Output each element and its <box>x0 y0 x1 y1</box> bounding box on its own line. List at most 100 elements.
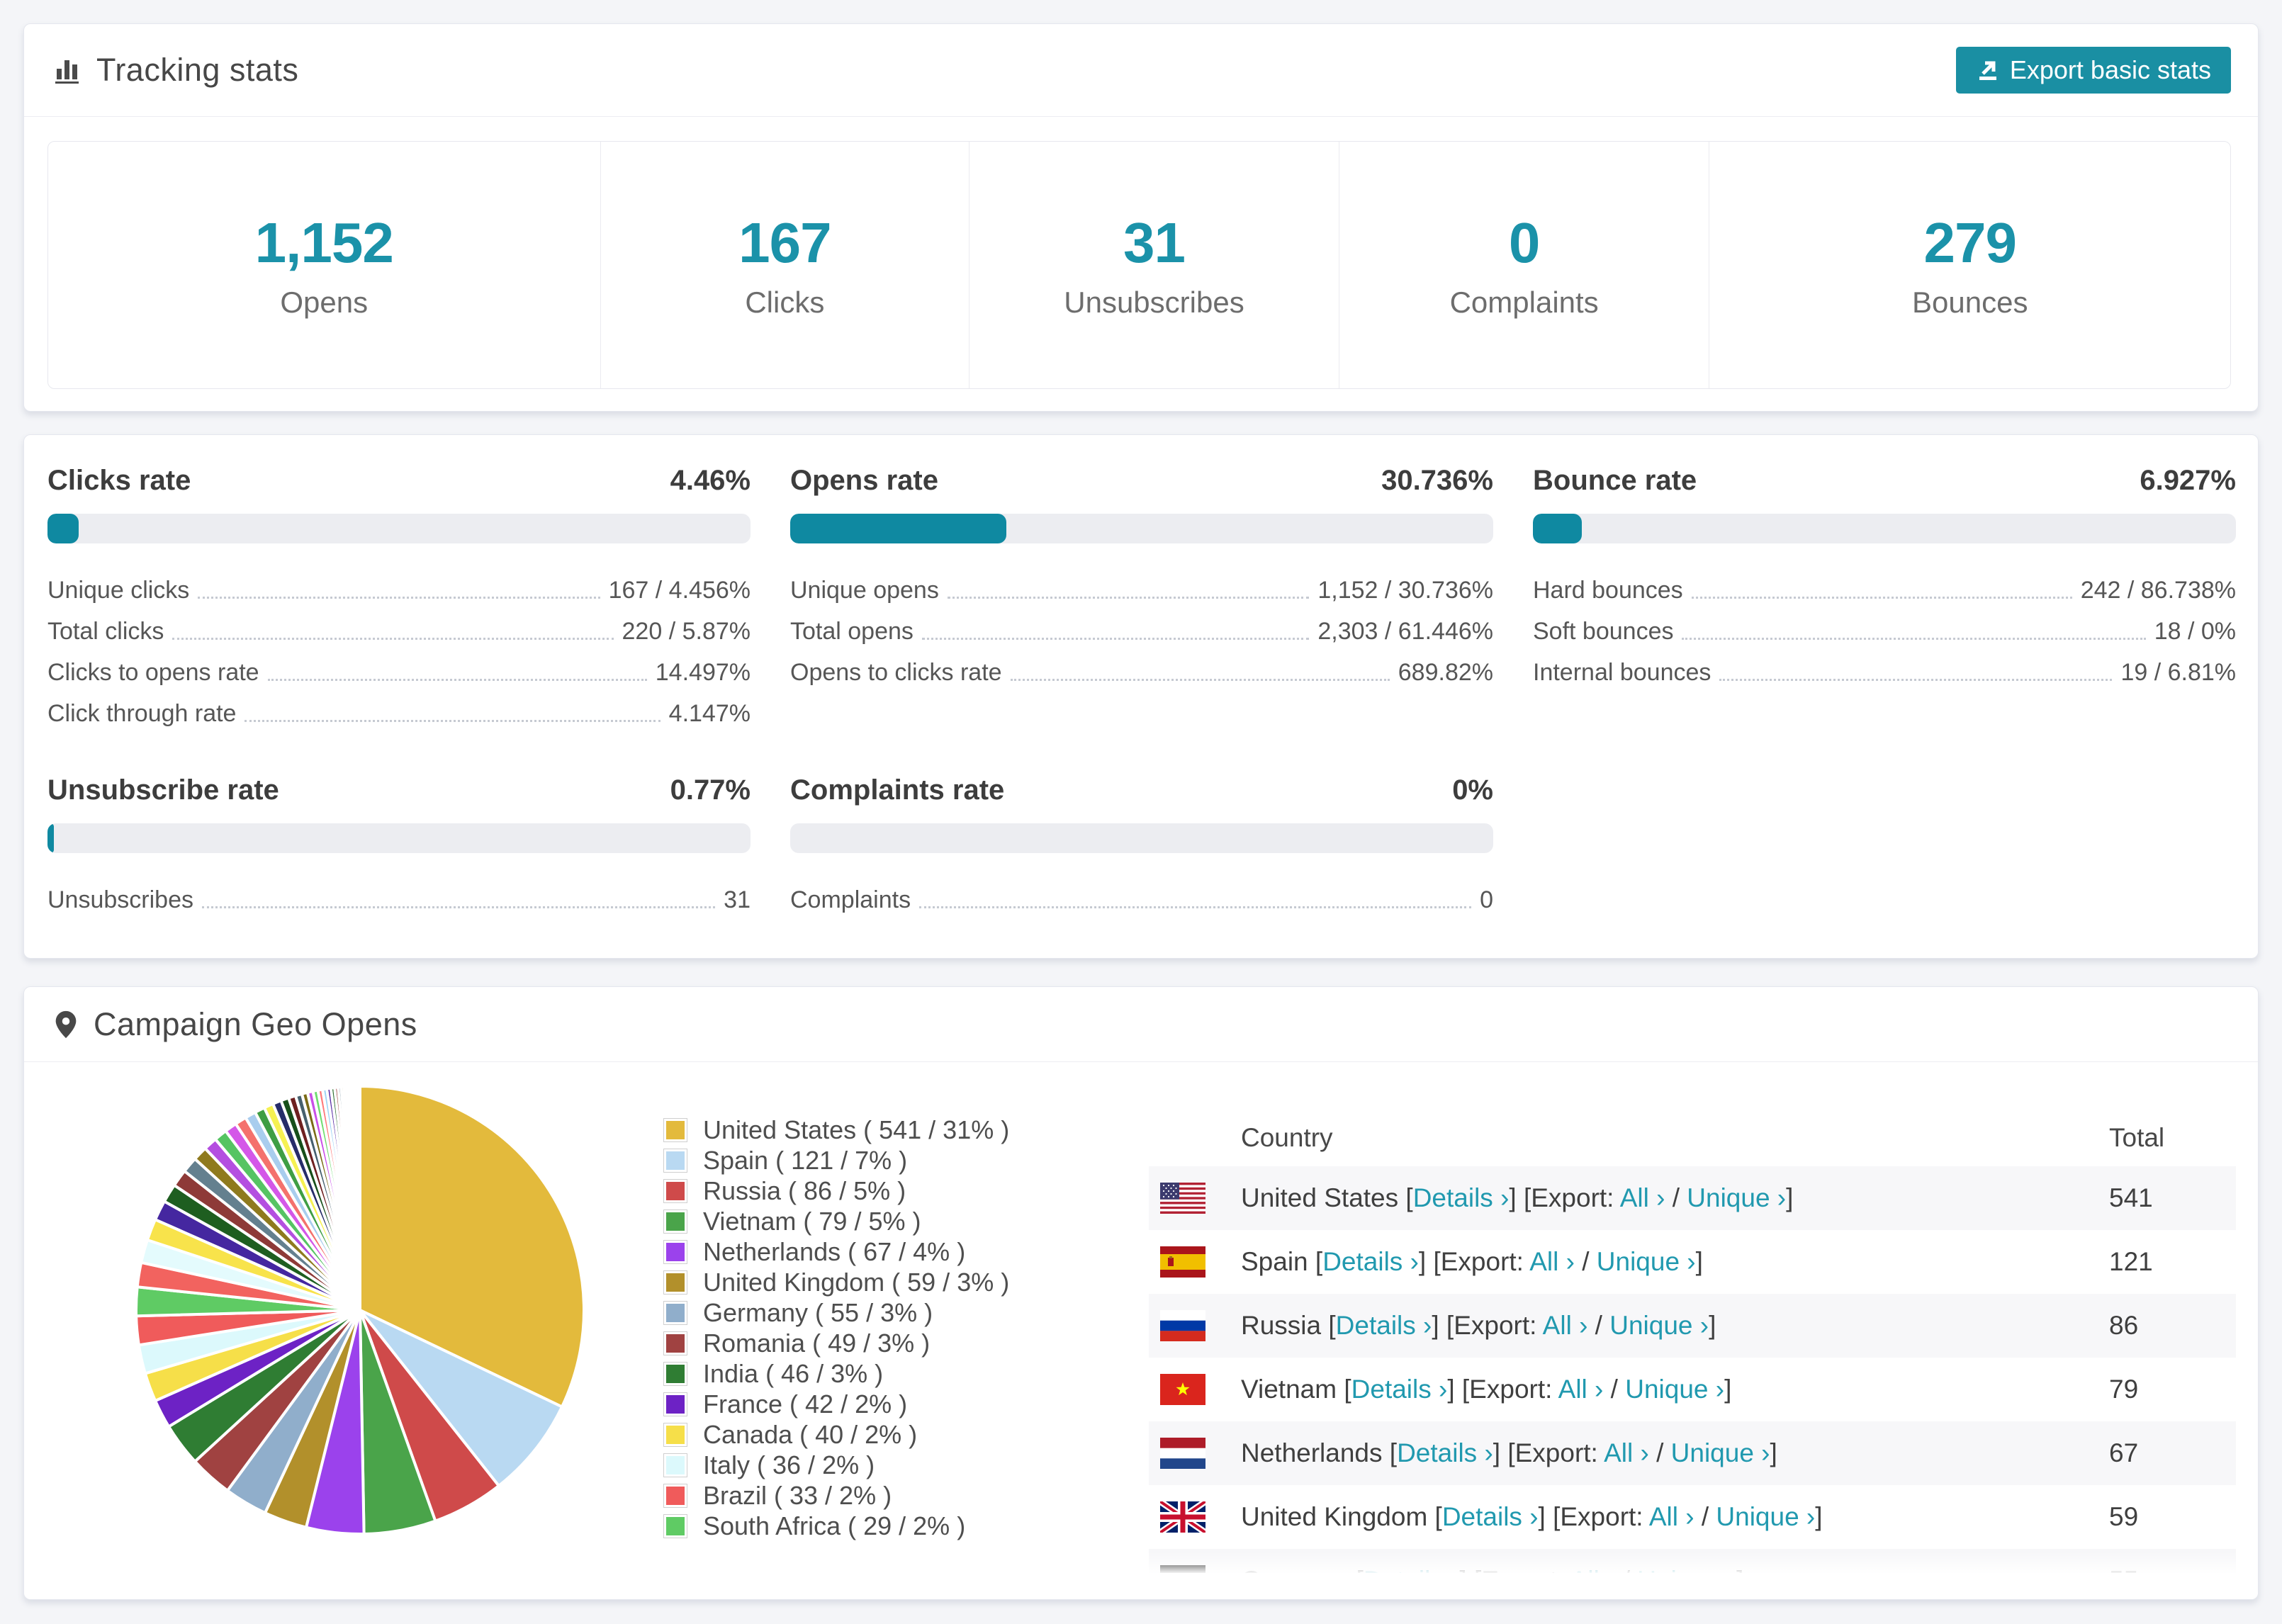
country-cell: Spain [Details ›] [Export: All › / Uniqu… <box>1241 1247 1703 1276</box>
details-link[interactable]: Details › <box>1351 1375 1448 1404</box>
legend-item: Russia ( 86 / 5% ) <box>663 1175 1009 1206</box>
rate-detail-value: 31 <box>724 886 751 913</box>
dotted-leader <box>921 638 1310 640</box>
rate-detail-value: 18 / 0% <box>2154 618 2236 645</box>
export-all-link[interactable]: All › <box>1543 1311 1588 1340</box>
unsubscribe-rate-title: Unsubscribe rate <box>47 774 279 806</box>
legend-swatch <box>663 1513 687 1538</box>
legend-item: Canada ( 40 / 2% ) <box>663 1419 1009 1450</box>
rate-detail-row: Total opens 2,303 / 61.446% <box>790 604 1493 645</box>
rate-detail-label: Unsubscribes <box>47 886 193 913</box>
country-name: United Kingdom <box>1241 1502 1435 1531</box>
export-all-link[interactable]: All › <box>1604 1438 1649 1467</box>
details-link[interactable]: Details › <box>1442 1502 1539 1531</box>
legend-item: Netherlands ( 67 / 4% ) <box>663 1236 1009 1267</box>
export-all-link[interactable]: All › <box>1558 1375 1604 1404</box>
clicks-label: Clicks <box>745 286 825 319</box>
rate-detail-row: Opens to clicks rate 689.82% <box>790 645 1493 687</box>
details-link[interactable]: Details › <box>1397 1438 1493 1467</box>
export-unique-link[interactable]: Unique › <box>1597 1247 1696 1276</box>
legend-swatch <box>663 1422 687 1447</box>
rate-detail-row: Total clicks 220 / 5.87% <box>47 604 751 645</box>
rate-detail-row: Click through rate 4.147% <box>47 687 751 728</box>
export-unique-link[interactable]: Unique › <box>1687 1183 1786 1212</box>
legend-item: South Africa ( 29 / 2% ) <box>663 1511 1009 1541</box>
tracking-stats-card: Tracking stats Export basic stats 1,152 … <box>23 23 2259 412</box>
rate-detail-label: Total opens <box>790 618 914 645</box>
progress-fill <box>47 514 79 543</box>
pie-slice[interactable] <box>358 1084 361 1312</box>
rate-detail-row: Complaints 0 <box>790 873 1493 914</box>
rate-detail-row: Unique opens 1,152 / 30.736% <box>790 563 1493 604</box>
export-basic-stats-button[interactable]: Export basic stats <box>1955 47 2231 94</box>
legend-label: Canada ( 40 / 2% ) <box>703 1419 918 1449</box>
rate-detail-row: Clicks to opens rate 14.497% <box>47 645 751 687</box>
export-unique-link[interactable]: Unique › <box>1609 1311 1709 1340</box>
opens-rate-title: Opens rate <box>790 465 938 496</box>
clicks-rate-title: Clicks rate <box>47 465 191 496</box>
legend-label: Italy ( 36 / 2% ) <box>703 1450 875 1479</box>
export-unique-link[interactable]: Unique › <box>1625 1375 1724 1404</box>
row-total: 67 <box>2109 1438 2139 1467</box>
complaints-rate-progressbar <box>790 823 1493 853</box>
row-total: 79 <box>2109 1375 2139 1404</box>
bounces-label: Bounces <box>1912 286 2028 319</box>
rate-detail-value: 1,152 / 30.736% <box>1317 577 1493 604</box>
complaints-rate-value: 0% <box>1452 774 1493 806</box>
export-unique-link[interactable]: Unique › <box>1671 1438 1770 1467</box>
header-divider <box>24 116 2258 117</box>
progress-fill <box>790 514 1006 543</box>
clicks-rate-progressbar <box>47 514 751 543</box>
details-link[interactable]: Details › <box>1336 1311 1432 1340</box>
rate-detail-label: Unique opens <box>790 577 939 604</box>
geo-opens-pie-chart <box>133 1083 587 1537</box>
stats-summary-row: 1,152 Opens 167 Clicks 31 Unsubscribes 0… <box>47 141 2231 389</box>
export-button-label: Export basic stats <box>2009 55 2211 84</box>
rate-detail-value: 14.497% <box>655 659 751 686</box>
legend-swatch <box>663 1148 687 1173</box>
details-link[interactable]: Details › <box>1413 1183 1510 1212</box>
rate-detail-label: Internal bounces <box>1533 659 1712 686</box>
legend-item: Italy ( 36 / 2% ) <box>663 1450 1009 1480</box>
progress-fill <box>1533 514 1582 543</box>
export-all-link[interactable]: All › <box>1620 1183 1665 1212</box>
geo-table-row: United States [Details ›] [Export: All ›… <box>1149 1166 2236 1230</box>
dotted-leader <box>201 906 716 908</box>
legend-swatch <box>663 1483 687 1508</box>
row-total: 541 <box>2109 1183 2153 1212</box>
legend-item: United States ( 541 / 31% ) <box>663 1115 1009 1145</box>
export-unique-link[interactable]: Unique › <box>1716 1502 1815 1531</box>
legend-label: Romania ( 49 / 3% ) <box>703 1328 931 1358</box>
export-all-link[interactable]: All › <box>1649 1502 1694 1531</box>
export-all-link[interactable]: All › <box>1529 1247 1575 1276</box>
geo-table-row: United Kingdom [Details ›] [Export: All … <box>1149 1485 2236 1549</box>
geo-title: Campaign Geo Opens <box>94 1005 417 1042</box>
legend-swatch <box>663 1117 687 1142</box>
legend-label: Russia ( 86 / 5% ) <box>703 1175 906 1205</box>
table-bottom-cover <box>24 1573 2258 1599</box>
opens-label: Opens <box>280 286 369 319</box>
stat-cell-unsubscribes: 31 Unsubscribes <box>969 142 1339 388</box>
unsubscribe-rate-panel: Unsubscribe rate 0.77% Unsubscribes 31 <box>47 774 751 914</box>
legend-label: Spain ( 121 / 7% ) <box>703 1145 908 1175</box>
table-bottom-fade <box>1115 1552 2258 1573</box>
geo-header: Campaign Geo Opens <box>24 987 2258 1061</box>
stat-cell-clicks: 167 Clicks <box>601 142 970 388</box>
complaints-rate-panel: Complaints rate 0% Complaints 0 <box>790 774 1493 914</box>
country-cell: Netherlands [Details ›] [Export: All › /… <box>1241 1438 1777 1467</box>
legend-item: Germany ( 55 / 3% ) <box>663 1297 1009 1328</box>
rate-detail-value: 0 <box>1480 886 1493 913</box>
rate-detail-row: Internal bounces 19 / 6.81% <box>1533 645 2236 687</box>
country-name: Russia <box>1241 1311 1329 1340</box>
geo-table-row: Russia [Details ›] [Export: All › / Uniq… <box>1149 1294 2236 1358</box>
bounce-rate-title: Bounce rate <box>1533 465 1697 496</box>
details-link[interactable]: Details › <box>1322 1247 1419 1276</box>
legend-item: Vietnam ( 79 / 5% ) <box>663 1206 1009 1236</box>
legend-item: France ( 42 / 2% ) <box>663 1389 1009 1419</box>
opens-count: 1,152 <box>254 211 394 274</box>
country-name: United States <box>1241 1183 1406 1212</box>
progress-fill <box>47 823 54 853</box>
dotted-leader <box>267 679 647 681</box>
rate-detail-value: 19 / 6.81% <box>2120 659 2236 686</box>
rate-detail-row: Unique clicks 167 / 4.456% <box>47 563 751 604</box>
